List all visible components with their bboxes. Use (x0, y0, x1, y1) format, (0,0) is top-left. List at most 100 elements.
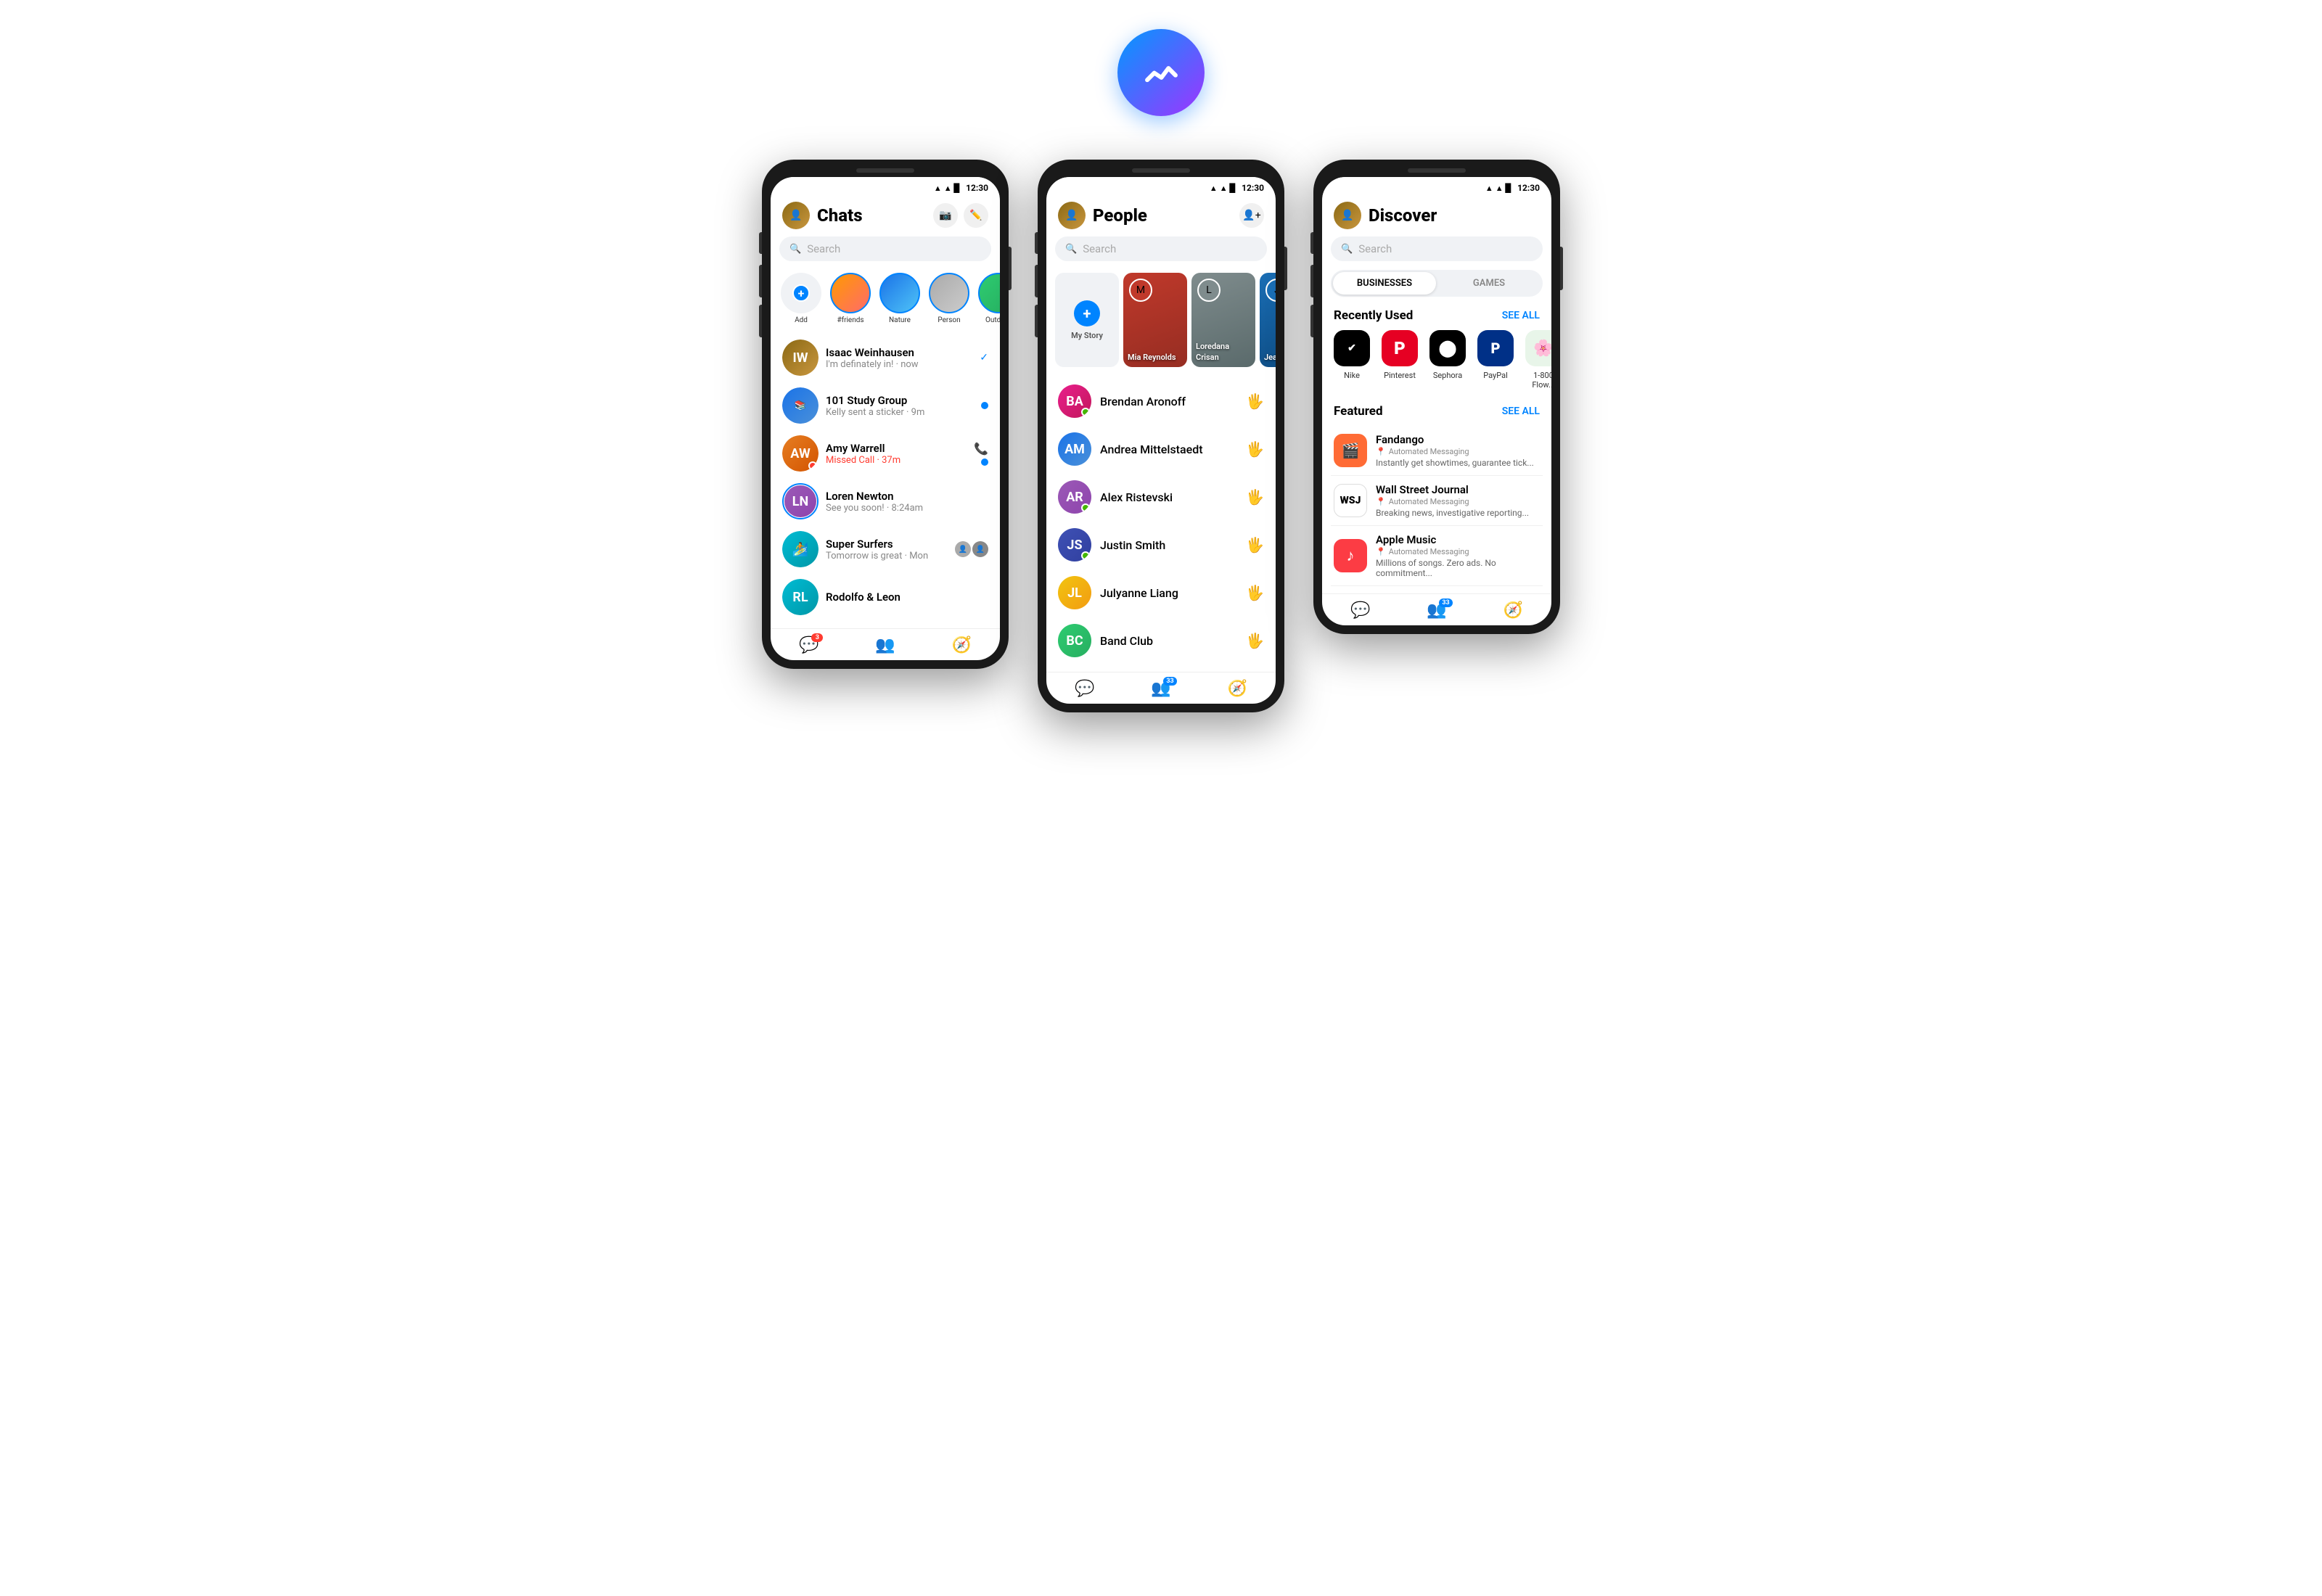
brand-pinterest[interactable]: P Pinterest (1382, 330, 1418, 390)
add-friend-button[interactable]: 👤+ (1239, 203, 1264, 228)
add-story-card[interactable]: + My Story (1055, 273, 1119, 367)
chat-preview-missed: Missed Call · 37m (826, 455, 967, 466)
chats-title: Chats (817, 205, 926, 226)
story-loredana[interactable]: L Loredana Crisan (1191, 273, 1255, 367)
story-1[interactable]: #friends (829, 273, 872, 325)
chat-item-study[interactable]: 📚 101 Study Group Kelly sent a sticker ·… (776, 382, 994, 429)
chat-item-loren[interactable]: LN Loren Newton See you soon! · 8:24am (776, 477, 994, 525)
featured-sub-text: Automated Messaging (1389, 447, 1469, 456)
nav-people[interactable]: 👥 (875, 636, 895, 654)
nav-discover[interactable]: 🧭 (952, 636, 972, 654)
missed-call-indicator (808, 461, 817, 470)
add-story-item[interactable]: + Add (779, 273, 823, 325)
wave-icon[interactable]: 🖐 (1246, 488, 1264, 506)
chat-item-surfers[interactable]: 🏄 Super Surfers Tomorrow is great · Mon … (776, 525, 994, 573)
contact-alex[interactable]: AR Alex Ristevski 🖐 (1052, 473, 1270, 521)
chat-item-amy[interactable]: AW Amy Warrell Missed Call · 37m 📞 (776, 429, 994, 477)
compose-button[interactable]: ✏️ (964, 203, 988, 228)
discover-bottom-nav: 💬 👥 33 🧭 (1322, 593, 1551, 625)
phone-people: ▲ ▲ ▉ 12:30 👤 People 👤+ 🔍 Search (1038, 160, 1284, 712)
search-icon: 🔍 (1065, 244, 1077, 255)
people-screen: ▲ ▲ ▉ 12:30 👤 People 👤+ 🔍 Search (1046, 177, 1276, 704)
contact-julyanne[interactable]: JL Julyanne Liang 🖐 (1052, 569, 1270, 617)
chat-item-rodolfo[interactable]: RL Rodolfo & Leon (776, 573, 994, 621)
featured-fandango[interactable]: 🎬 Fandango 📍 Automated Messaging Instant… (1331, 426, 1543, 476)
app-logo-container (1117, 29, 1205, 116)
discover-nav-icon: 🧭 (1503, 601, 1523, 620)
people-bottom-nav: 💬 👥 33 🧭 (1046, 672, 1276, 704)
tab-games[interactable]: GAMES (1437, 272, 1541, 295)
brand-label: PayPal (1483, 371, 1508, 380)
wifi-icon: ▲ (934, 184, 942, 193)
wifi-icon: ▲ (1485, 184, 1493, 193)
nav-people[interactable]: 👥 33 (1427, 601, 1446, 620)
tab-businesses[interactable]: BUSINESSES (1333, 272, 1436, 295)
featured-desc: Instantly get showtimes, guarantee tick.… (1376, 458, 1540, 468)
discover-title: Discover (1369, 205, 1540, 226)
wave-icon[interactable]: 🖐 (1246, 536, 1264, 554)
status-bar: ▲ ▲ ▉ 12:30 (1046, 177, 1276, 196)
nav-people[interactable]: 👥 33 (1151, 680, 1170, 698)
contact-andrea[interactable]: AM Andrea Mittelstaedt 🖐 (1052, 425, 1270, 473)
chat-name: Super Surfers (826, 538, 948, 551)
story-2[interactable]: Nature (878, 273, 922, 325)
location-icon: 📍 (1376, 497, 1386, 506)
phone-chats: ▲ ▲ ▉ 12:30 👤 Chats 📷 ✏️ 🔍 (762, 160, 1009, 669)
nav-chats[interactable]: 💬 (1075, 680, 1094, 698)
battery-icon: ▉ (1506, 184, 1511, 193)
featured-list: 🎬 Fandango 📍 Automated Messaging Instant… (1322, 426, 1551, 586)
featured-see-all[interactable]: SEE ALL (1502, 406, 1540, 417)
chat-name: Rodolfo & Leon (826, 591, 988, 604)
brand-label: Sephora (1433, 371, 1462, 380)
featured-wsj[interactable]: WSJ Wall Street Journal 📍 Automated Mess… (1331, 476, 1543, 526)
contact-brendan[interactable]: BA Brendan Aronoff 🖐 (1052, 377, 1270, 425)
nav-chats[interactable]: 💬 (1350, 601, 1370, 620)
contact-name: Andrea Mittelstaedt (1100, 443, 1237, 456)
user-avatar[interactable]: 👤 (1058, 202, 1086, 229)
stories-row: + Add #friends Nature Person (771, 270, 1000, 334)
camera-button[interactable]: 📷 (933, 203, 958, 228)
featured-desc: Breaking news, investigative reporting..… (1376, 508, 1540, 518)
featured-apple-music[interactable]: ♪ Apple Music 📍 Automated Messaging Mill… (1331, 526, 1543, 586)
nav-discover[interactable]: 🧭 (1503, 601, 1523, 620)
chat-preview: I'm definately in! · now (826, 359, 972, 370)
story-3[interactable]: Person (927, 273, 971, 325)
story-4[interactable]: Outdoor (977, 273, 1000, 325)
messenger-logo (1117, 29, 1205, 116)
status-time: 12:30 (966, 183, 988, 193)
nav-chats[interactable]: 💬 3 (799, 636, 819, 654)
user-avatar[interactable]: 👤 (782, 202, 810, 229)
discover-header: 👤 Discover (1322, 196, 1551, 236)
wave-icon[interactable]: 🖐 (1246, 584, 1264, 601)
recently-used-see-all[interactable]: SEE ALL (1502, 310, 1540, 321)
user-avatar[interactable]: 👤 (1334, 202, 1361, 229)
contact-band-club[interactable]: BC Band Club 🖐 (1052, 617, 1270, 665)
featured-item-info: Fandango 📍 Automated Messaging Instantly… (1376, 433, 1540, 468)
unread-indicator (981, 402, 988, 409)
chat-item-isaac[interactable]: IW Isaac Weinhausen I'm definately in! ·… (776, 334, 994, 382)
contact-justin[interactable]: JS Justin Smith 🖐 (1052, 521, 1270, 569)
status-time: 12:30 (1242, 183, 1264, 193)
wave-icon[interactable]: 🖐 (1246, 632, 1264, 649)
recently-used-section: Recently Used SEE ALL (1322, 305, 1551, 330)
recently-used-row: ✔ Nike P Pinterest ⬤ Sephora P PayPal 🌸 (1322, 330, 1551, 401)
brand-flower[interactable]: 🌸 1-800Flow... (1525, 330, 1551, 390)
search-icon: 🔍 (1341, 244, 1353, 255)
wave-icon[interactable]: 🖐 (1246, 392, 1264, 410)
nav-discover[interactable]: 🧭 (1228, 680, 1247, 698)
wave-icon[interactable]: 🖐 (1246, 440, 1264, 458)
brand-sephora[interactable]: ⬤ Sephora (1429, 330, 1466, 390)
discover-search-bar[interactable]: 🔍 Search (1331, 236, 1543, 261)
story-jean[interactable]: J Jean-M Denis (1260, 273, 1276, 367)
unread-indicator (981, 458, 988, 466)
story-mia[interactable]: M Mia Reynolds (1123, 273, 1187, 367)
chats-search-placeholder: Search (807, 242, 840, 255)
brand-paypal[interactable]: P PayPal (1477, 330, 1514, 390)
battery-icon: ▉ (954, 184, 960, 193)
chats-search-bar[interactable]: 🔍 Search (779, 236, 991, 261)
featured-name: Fandango (1376, 433, 1540, 446)
people-search-bar[interactable]: 🔍 Search (1055, 236, 1267, 261)
featured-sub-text: Automated Messaging (1389, 497, 1469, 506)
brand-label: Nike (1344, 371, 1360, 380)
brand-nike[interactable]: ✔ Nike (1334, 330, 1370, 390)
